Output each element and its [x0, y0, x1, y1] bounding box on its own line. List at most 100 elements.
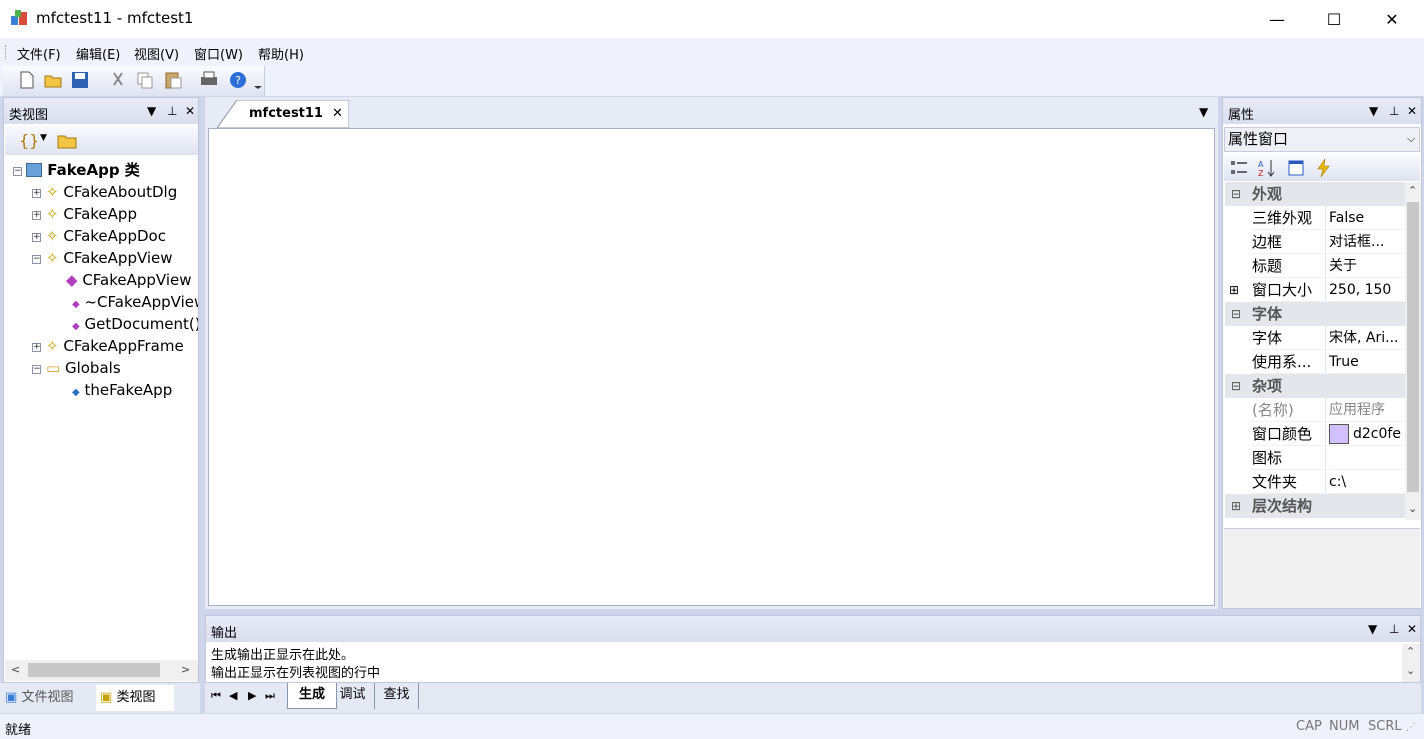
copy-icon[interactable] [135, 70, 155, 90]
scroll-left-icon[interactable]: < [11, 663, 20, 676]
last-tab-icon[interactable]: ⏭ [265, 689, 275, 703]
collapse-toggle[interactable]: − [32, 365, 41, 374]
category-misc[interactable]: ⊟ 杂项 [1225, 374, 1405, 398]
property-row[interactable]: 使用系... True [1225, 350, 1405, 374]
toolbar-overflow-icon[interactable] [253, 80, 263, 90]
help-icon[interactable]: ? [228, 70, 248, 90]
scroll-up-icon[interactable]: ⌃ [1408, 184, 1417, 197]
property-row[interactable]: 边框 对话框... [1225, 230, 1405, 254]
resize-grip-icon[interactable]: ⋰ [1406, 722, 1416, 733]
prev-tab-icon[interactable]: ◀ [229, 689, 237, 702]
collapse-toggle[interactable]: ⊟ [1231, 182, 1241, 206]
output-list[interactable]: 生成输出正显示在此处。 输出正显示在列表视图的行中 [211, 647, 380, 683]
menu-edit[interactable]: 编辑(E) [76, 44, 120, 63]
expand-toggle[interactable]: + [32, 211, 41, 220]
open-folder-icon[interactable] [43, 70, 63, 90]
tree-item-method[interactable]: ◆ ~CFakeAppView [72, 291, 198, 313]
first-tab-icon[interactable]: ⏮ [211, 689, 221, 703]
scroll-up-icon[interactable]: ⌃ [1406, 645, 1415, 658]
chevron-down-icon[interactable]: ⌵ [1407, 128, 1415, 150]
category-hierarchy[interactable]: ⊞ 层次结构 [1225, 494, 1405, 518]
close-icon[interactable]: ✕ [185, 104, 195, 118]
tab-file-view[interactable]: ▣ 文件视图 [5, 686, 93, 710]
dropdown-icon[interactable]: ▼ [147, 104, 156, 118]
events-lightning-icon[interactable] [1314, 158, 1334, 178]
property-row[interactable]: 窗口颜色 d2c0fe [1225, 422, 1405, 446]
property-pages-icon[interactable] [1286, 158, 1306, 178]
category-appearance[interactable]: ⊟ 外观 [1225, 182, 1405, 206]
expand-toggle[interactable]: + [32, 189, 41, 198]
scroll-right-icon[interactable]: > [181, 663, 190, 676]
menu-help[interactable]: 帮助(H) [258, 44, 304, 63]
expand-toggle[interactable]: ⊞ [1231, 494, 1241, 518]
property-row[interactable]: (名称) 应用程序 [1225, 398, 1405, 422]
menu-view[interactable]: 视图(V) [134, 44, 179, 63]
color-swatch[interactable] [1329, 424, 1349, 444]
property-row[interactable]: 图标 [1225, 446, 1405, 470]
tree-item-class[interactable]: ✧ CFakeAppView [46, 247, 173, 269]
tree-item-class[interactable]: ✧ CFakeAboutDlg [46, 181, 177, 203]
tab-debug[interactable]: 调试 [331, 683, 375, 709]
close-icon[interactable]: ✕ [1407, 622, 1417, 636]
pin-icon[interactable]: ⊥ [1389, 104, 1399, 118]
scroll-down-icon[interactable]: ⌄ [1406, 664, 1415, 677]
tree-item-class[interactable]: ✧ CFakeAppFrame [46, 335, 184, 357]
property-row[interactable]: 标题 关于 [1225, 254, 1405, 278]
vertical-scrollbar[interactable]: ⌃ ⌄ [1402, 644, 1420, 682]
tree-item-method[interactable]: ◆ GetDocument() [72, 313, 198, 335]
minimize-button[interactable]: — [1248, 0, 1306, 38]
tree-item-class[interactable]: ✧ CFakeApp [46, 203, 137, 225]
scroll-down-icon[interactable]: ⌄ [1408, 502, 1417, 515]
categorized-icon[interactable] [1229, 158, 1249, 178]
cut-icon[interactable] [108, 70, 128, 90]
class-filter-icon[interactable]: {} [17, 130, 37, 150]
next-tab-icon[interactable]: ▶ [248, 689, 256, 702]
menu-file[interactable]: 文件(F) [17, 44, 61, 63]
vertical-scrollbar[interactable]: ⌃ ⌄ [1405, 182, 1421, 520]
close-icon: ✕ [1385, 9, 1399, 29]
chevron-down-icon[interactable]: ▼ [40, 133, 47, 143]
collapse-toggle[interactable]: ⊟ [1231, 374, 1241, 398]
property-row[interactable]: ⊞ 窗口大小 250, 150 [1225, 278, 1405, 302]
new-folder-icon[interactable] [56, 130, 78, 150]
property-row[interactable]: 字体 宋体, Ari... [1225, 326, 1405, 350]
expand-toggle[interactable]: ⊞ [1229, 278, 1239, 302]
scroll-thumb[interactable] [1407, 202, 1419, 492]
document-view[interactable] [208, 128, 1215, 606]
tab-class-view[interactable]: ▣ 类视图 [96, 685, 174, 711]
collapse-toggle[interactable]: ⊟ [1231, 302, 1241, 326]
tree-item-method[interactable]: ◆ CFakeAppView [66, 269, 198, 291]
property-row[interactable]: 三维外观 False [1225, 206, 1405, 230]
expand-toggle[interactable]: + [32, 233, 41, 242]
dropdown-icon[interactable]: ▼ [1369, 104, 1378, 118]
root-collapse[interactable]: − [13, 167, 22, 176]
pin-icon[interactable]: ⊥ [167, 104, 177, 118]
horizontal-scrollbar[interactable]: < > [5, 660, 198, 681]
tree-item-variable[interactable]: ◆ theFakeApp [72, 379, 172, 401]
close-icon[interactable]: ✕ [1407, 104, 1417, 118]
sort-alpha-icon[interactable]: AZ [1257, 158, 1277, 178]
maximize-button[interactable]: ☐ [1305, 0, 1363, 38]
tree-item-folder[interactable]: ▭ Globals [46, 357, 121, 379]
dropdown-icon[interactable]: ▼ [1368, 622, 1377, 636]
properties-combo[interactable]: 属性窗口 ⌵ [1224, 127, 1420, 152]
close-icon[interactable]: ✕ [332, 106, 343, 121]
property-row[interactable]: 文件夹 c:\ [1225, 470, 1405, 494]
tab-find[interactable]: 查找 [375, 683, 419, 709]
scroll-thumb[interactable] [28, 663, 160, 677]
tab-build[interactable]: 生成 [287, 683, 337, 709]
pin-icon[interactable]: ⊥ [1389, 622, 1399, 636]
tree-root[interactable]: FakeApp 类 [26, 159, 140, 181]
collapse-toggle[interactable]: − [32, 255, 41, 264]
chevron-down-icon[interactable]: ▼ [1199, 105, 1208, 119]
document-tab[interactable]: mfctest11 ✕ [217, 100, 349, 128]
menu-window[interactable]: 窗口(W) [194, 44, 243, 63]
new-file-icon[interactable] [17, 70, 37, 90]
paste-icon[interactable] [163, 70, 183, 90]
close-window-button[interactable]: ✕ [1363, 0, 1421, 38]
tree-item-class[interactable]: ✧ CFakeAppDoc [46, 225, 166, 247]
expand-toggle[interactable]: + [32, 343, 41, 352]
print-icon[interactable] [199, 70, 219, 90]
save-icon[interactable] [70, 70, 90, 90]
category-font[interactable]: ⊟ 字体 [1225, 302, 1405, 326]
